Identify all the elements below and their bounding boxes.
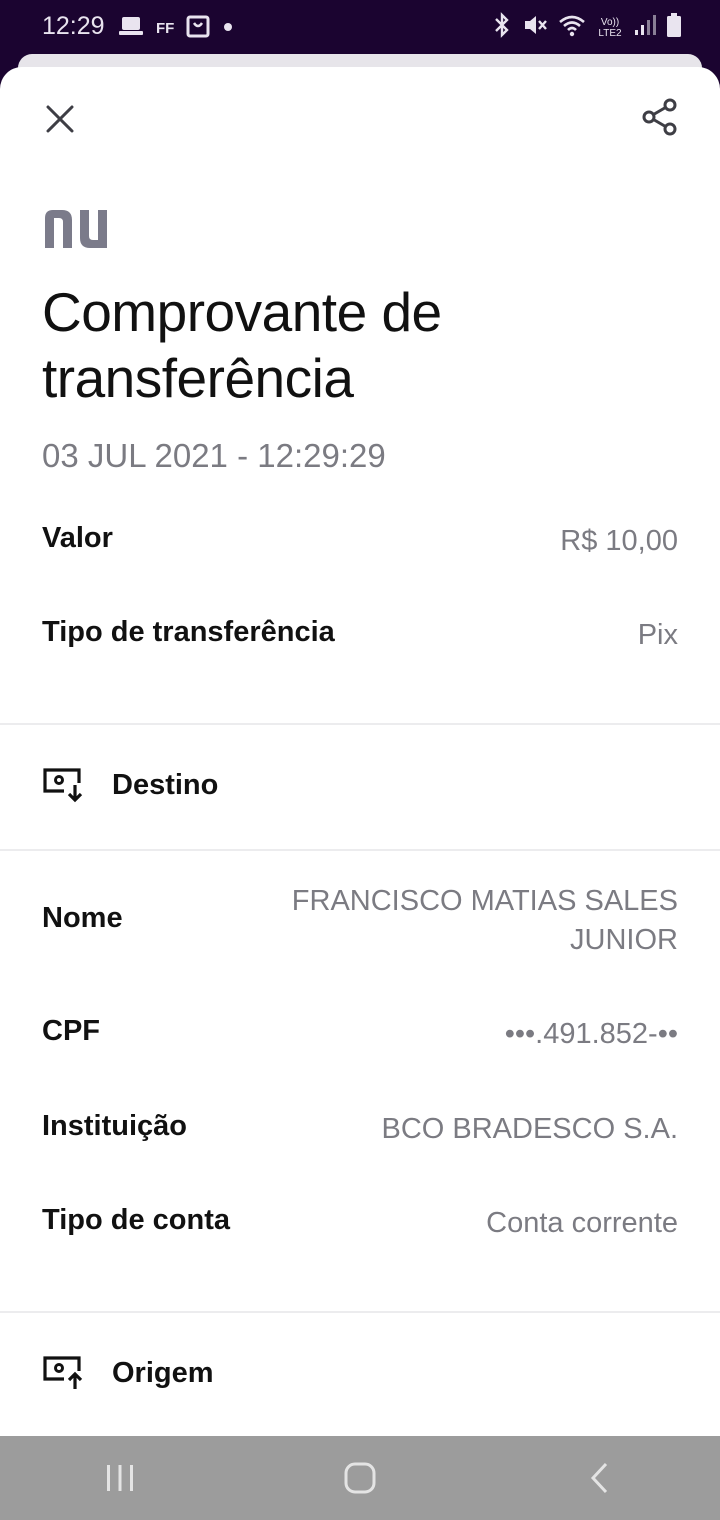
row-value: FRANCISCO MATIAS SALES JUNIOR xyxy=(291,885,678,956)
nubank-logo xyxy=(42,208,116,253)
volte-icon: Vo)) LTE2 xyxy=(598,16,622,39)
status-left-icons: FF xyxy=(118,14,234,43)
transfer-datetime: 03 JUL 2021 - 12:29:29 xyxy=(42,437,386,474)
section-origem: Origem xyxy=(42,1355,214,1391)
row-value: R$ 10,00 xyxy=(560,525,678,557)
receipt-sheet: Comprovante de transferência 03 JUL 2021… xyxy=(0,67,720,1437)
divider xyxy=(0,1311,720,1313)
upload-receipt-icon xyxy=(43,1356,83,1389)
row-tipo-conta: Tipo de conta Conta corrente xyxy=(42,1204,678,1243)
row-label: Tipo de transferência xyxy=(42,616,335,648)
row-cpf: CPF •••.491.852-•• xyxy=(42,1015,678,1054)
close-button[interactable] xyxy=(38,97,82,141)
section-destino: Destino xyxy=(42,767,218,803)
download-receipt-icon xyxy=(43,768,83,803)
divider xyxy=(0,723,720,725)
section-label: Destino xyxy=(112,768,219,801)
row-label: Tipo de conta xyxy=(42,1204,230,1236)
divider xyxy=(0,849,720,851)
laptop-icon xyxy=(118,14,144,43)
home-icon xyxy=(344,1462,376,1494)
row-value: •••.491.852-•• xyxy=(504,1018,678,1050)
wifi-icon xyxy=(558,13,586,42)
row-value: Pix xyxy=(637,619,678,651)
mute-icon xyxy=(522,12,548,43)
share-button[interactable] xyxy=(638,95,682,139)
row-instituicao: Instituição BCO BRADESCO S.A. xyxy=(42,1110,678,1149)
row-nome: Nome FRANCISCO MATIAS SALES JUNIOR xyxy=(42,882,678,960)
row-label: Valor xyxy=(42,522,113,554)
bluetooth-icon xyxy=(492,12,512,43)
share-icon xyxy=(642,98,677,136)
ff-icon: FF xyxy=(156,20,175,37)
status-right-icons: Vo)) LTE2 xyxy=(492,12,682,43)
row-label: Instituição xyxy=(42,1110,188,1142)
back-icon xyxy=(590,1462,608,1494)
shopping-bag-icon xyxy=(186,14,210,43)
system-nav-bar xyxy=(0,1436,720,1520)
status-time: 12:29 xyxy=(42,12,105,40)
battery-icon xyxy=(666,12,682,43)
recents-icon xyxy=(107,1465,133,1491)
page-title: Comprovante de transferência xyxy=(42,281,442,409)
recents-button[interactable] xyxy=(80,1448,160,1508)
row-valor: Valor R$ 10,00 xyxy=(42,522,678,561)
back-button[interactable] xyxy=(560,1448,640,1508)
row-tipo-transferencia: Tipo de transferência Pix xyxy=(42,616,678,655)
row-label: Nome xyxy=(42,902,123,934)
home-button[interactable] xyxy=(320,1448,400,1508)
status-bar: 12:29 FF Vo)) LTE2 xyxy=(0,0,720,56)
signal-icon xyxy=(634,13,656,42)
row-value: BCO BRADESCO S.A. xyxy=(381,1113,678,1145)
section-label: Origem xyxy=(112,1356,214,1389)
row-label: CPF xyxy=(42,1015,100,1047)
dot-icon xyxy=(222,20,234,38)
row-value: Conta corrente xyxy=(486,1207,678,1239)
close-icon xyxy=(46,105,74,133)
